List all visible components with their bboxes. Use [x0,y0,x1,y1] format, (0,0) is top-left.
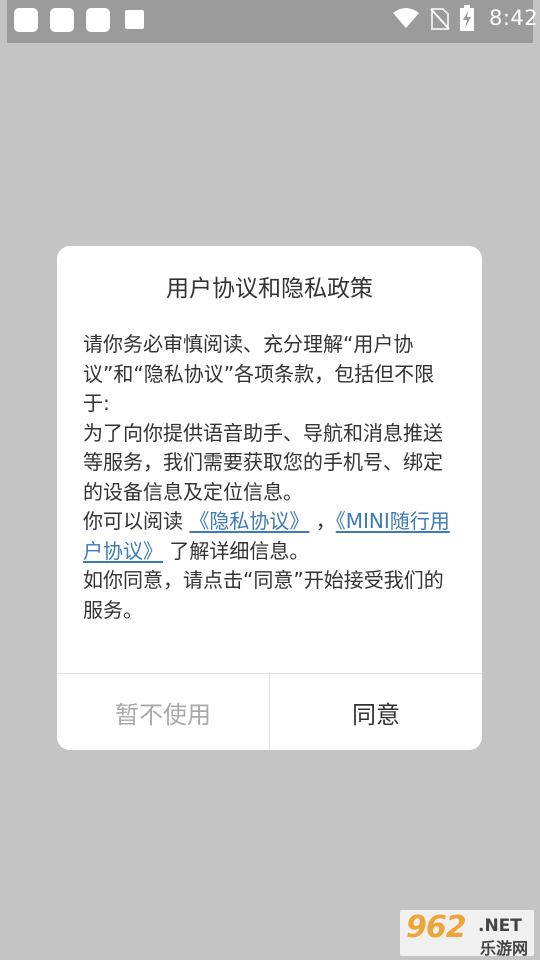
dialog-title: 用户协议和隐私政策 [166,276,373,302]
wifi-icon [393,8,419,28]
no-sim-icon [430,8,450,30]
status-time: 8:42 [489,6,539,30]
privacy-policy-dialog: 用户协议和隐私政策 请你务必审慎阅读、充分理解“用户协议”和“隐私协议”各项条款… [57,246,482,750]
watermark-main-text: 962 [406,910,467,945]
body-detail: 为了向你提供语音助手、导航和消息推送等服务，我们需要获取您的手机号、绑定的设备信… [83,420,443,504]
body-intro: 请你务必审慎阅读、充分理解“用户协议”和“隐私协议”各项条款，包括但不限于: [83,332,435,415]
status-bar: 8:42 [7,0,538,43]
agree-button[interactable]: 同意 [270,674,482,750]
watermark-net-text: .NET [478,916,522,936]
body-consent: 如你同意，请点击“同意”开始接受我们的服务。 [83,568,444,622]
notification-app-icon [14,8,38,32]
notification-app-icon [86,8,110,32]
battery-charging-icon [460,5,474,31]
privacy-agreement-link[interactable]: 《隐私协议》 [189,509,309,533]
decline-button[interactable]: 暂不使用 [57,674,269,750]
body-read-line: 你可以阅读 《隐私协议》 ，《MINI随行用户协议》 了解详细信息。 [83,507,457,566]
body-read-suffix: 了解详细信息。 [169,538,310,563]
watermark-logo: 962 .NET 乐游网 [400,910,534,958]
dialog-body: 请你务必审慎阅读、充分理解“用户协议”和“隐私协议”各项条款，包括但不限于: 为… [83,330,457,625]
body-read-prefix: 你可以阅读 [83,509,183,533]
watermark-sub-text: 乐游网 [480,939,529,958]
notification-app-icon [50,8,74,32]
notification-app-icon [125,10,144,29]
link-separator: ， [315,509,336,533]
